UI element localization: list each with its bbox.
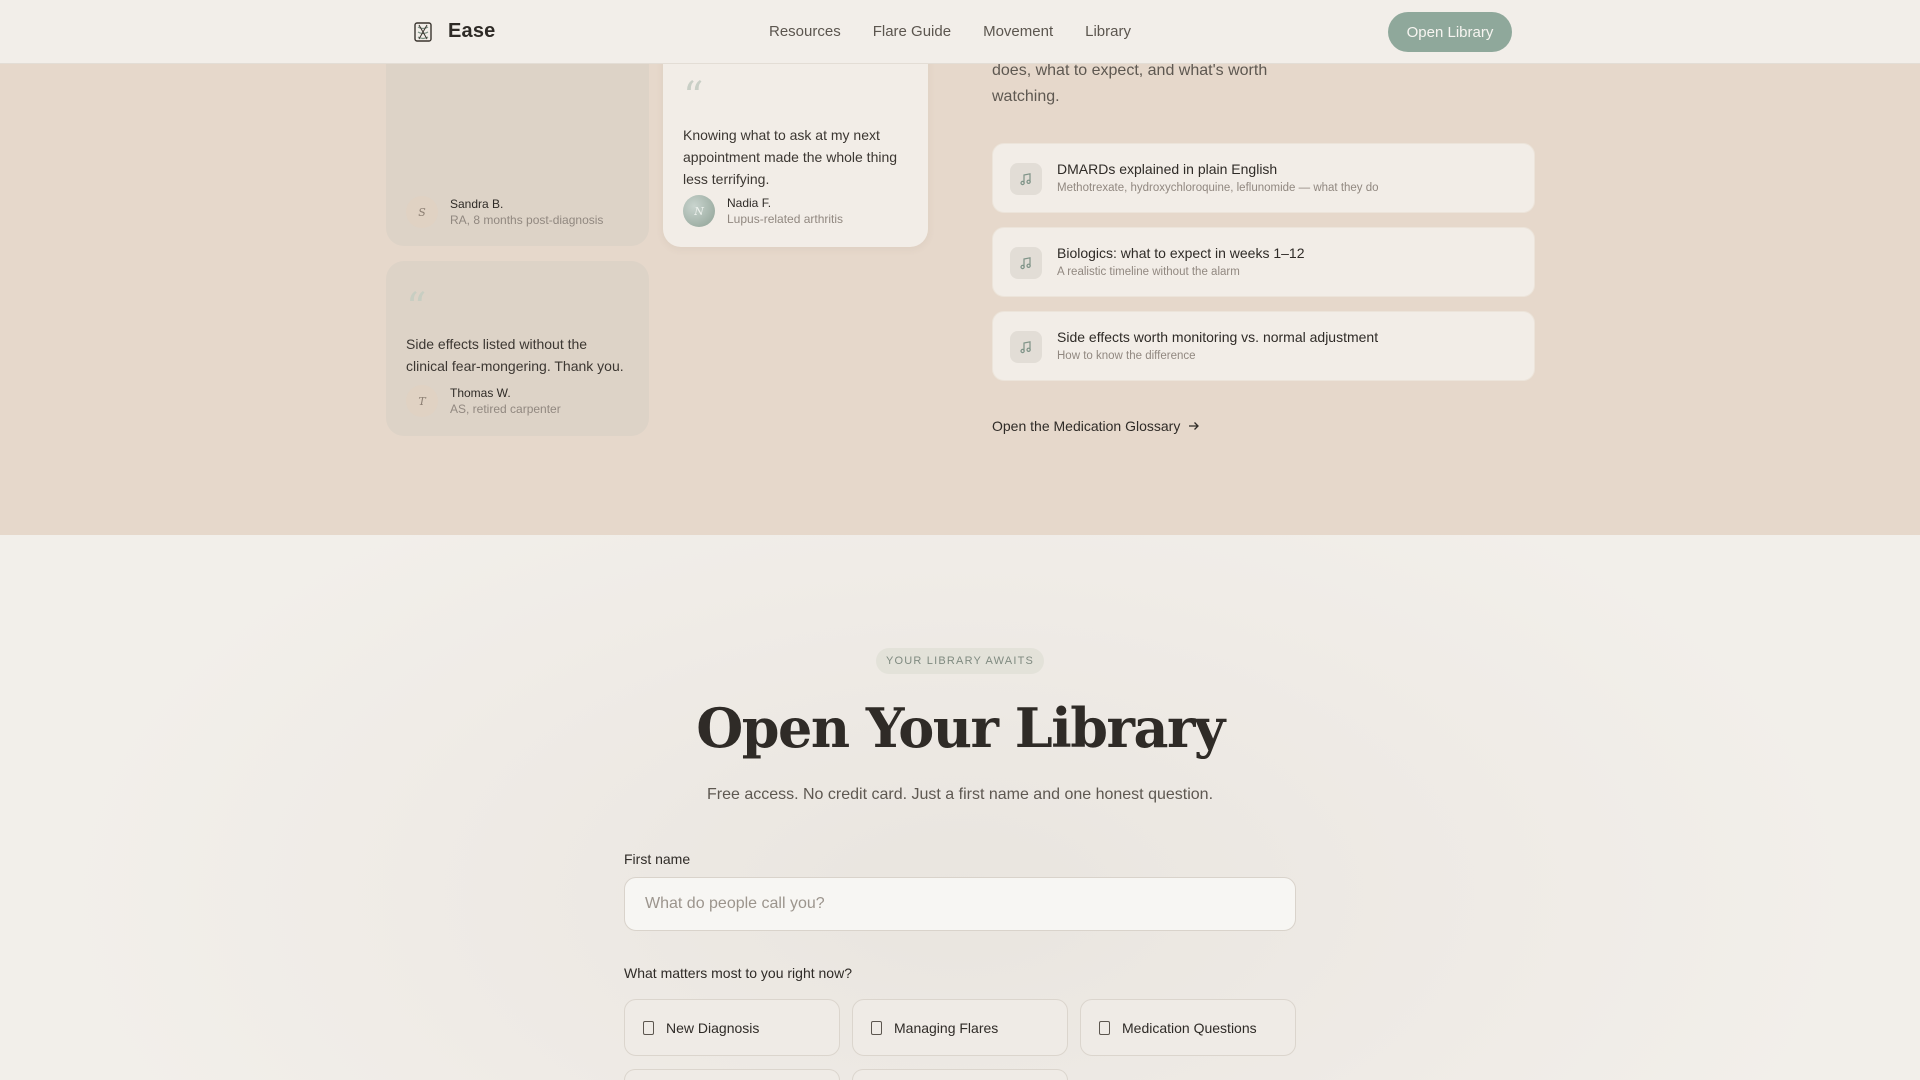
option-label: New Diagnosis: [666, 1019, 760, 1036]
author-name: Nadia F.: [727, 196, 772, 210]
medication-item-title: Biologics: what to expect in weeks 1–12: [1057, 245, 1305, 261]
brand-logo-icon: [414, 21, 432, 42]
medication-intro: does, what to expect, and what's worth w…: [992, 62, 1268, 105]
nav-link-flare-guide[interactable]: Flare Guide: [873, 23, 951, 40]
testimonial-card: “ Side effects listed without the clinic…: [386, 261, 649, 436]
checkbox-icon: [871, 1020, 882, 1035]
nav-link-library[interactable]: Library: [1085, 23, 1131, 40]
medication-item-subtitle: How to know the difference: [1057, 350, 1196, 362]
author-meta: Lupus-related arthritis: [727, 212, 844, 226]
avatar: S: [406, 196, 438, 228]
avatar: N: [683, 195, 715, 227]
arrow-right-icon: [1189, 422, 1200, 430]
medication-item[interactable]: Side effects worth monitoring vs. normal…: [992, 311, 1535, 381]
option-label: Medication Questions: [1122, 1019, 1257, 1036]
option-chip-partial[interactable]: [624, 1069, 840, 1080]
brand-logo[interactable]: Ease: [412, 20, 496, 43]
signup-headline: Open Your Library: [696, 696, 1225, 760]
signup-subline: Free access. No credit card. Just a firs…: [706, 786, 1214, 803]
testimonial-quote: Knowing what to ask at my next appointme…: [683, 127, 898, 187]
option-chip-partial[interactable]: [852, 1069, 1068, 1080]
music-note-icon: [1010, 331, 1042, 363]
section-badge: YOUR LIBRARY AWAITS: [876, 648, 1044, 674]
author-meta: AS, retired carpenter: [450, 402, 561, 416]
music-note-icon: [1010, 247, 1042, 279]
nav-link-resources[interactable]: Resources: [769, 23, 841, 40]
testimonial-author: T Thomas W. AS, retired carpenter: [406, 385, 561, 417]
medication-glossary-link[interactable]: Open the Medication Glossary: [992, 418, 1200, 434]
option-medication-questions[interactable]: Medication Questions: [1080, 999, 1296, 1056]
testimonial-card: “ Knowing what to ask at my next appoint…: [663, 40, 928, 247]
checkbox-icon: [1099, 1020, 1110, 1035]
medication-item-subtitle: Methotrexate, hydroxychloroquine, leflun…: [1057, 182, 1379, 194]
testimonial-card: S Sandra B. RA, 8 months post-diagnosis: [386, 40, 649, 246]
open-library-button[interactable]: Open Library: [1388, 12, 1512, 52]
quote-mark-icon: “: [683, 74, 704, 120]
nav-links: Resources Flare Guide Movement Library: [769, 23, 1131, 40]
testimonial-author: S Sandra B. RA, 8 months post-diagnosis: [406, 196, 603, 228]
music-note-icon: [1010, 163, 1042, 195]
question-label: What matters most to you right now?: [624, 965, 852, 981]
top-navigation: Ease Resources Flare Guide Movement Libr…: [0, 0, 1920, 64]
testimonial-author: N Nadia F. Lupus-related arthritis: [683, 195, 843, 227]
author-name: Thomas W.: [450, 386, 511, 400]
first-name-input[interactable]: [624, 877, 1296, 931]
option-label: Managing Flares: [894, 1019, 999, 1036]
nav-link-movement[interactable]: Movement: [983, 23, 1053, 40]
medication-item[interactable]: Biologics: what to expect in weeks 1–12 …: [992, 227, 1535, 297]
option-new-diagnosis[interactable]: New Diagnosis: [624, 999, 840, 1056]
medication-item-subtitle: A realistic timeline without the alarm: [1057, 266, 1240, 278]
testimonials-section: S Sandra B. RA, 8 months post-diagnosis …: [0, 0, 1920, 535]
brand-name: Ease: [448, 20, 496, 42]
medication-item-title: DMARDs explained in plain English: [1057, 161, 1278, 177]
author-meta: RA, 8 months post-diagnosis: [450, 213, 604, 227]
testimonial-quote: Side effects listed without the clinical…: [406, 336, 624, 374]
medication-item[interactable]: DMARDs explained in plain English Methot…: [992, 143, 1535, 213]
medication-item-title: Side effects worth monitoring vs. normal…: [1057, 329, 1379, 345]
quote-mark-icon: “: [406, 285, 427, 331]
avatar: T: [406, 385, 438, 417]
glossary-link-label: Open the Medication Glossary: [992, 418, 1181, 434]
author-name: Sandra B.: [450, 197, 504, 211]
first-name-label: First name: [624, 851, 691, 867]
checkbox-icon: [643, 1020, 654, 1035]
option-managing-flares[interactable]: Managing Flares: [852, 999, 1068, 1056]
